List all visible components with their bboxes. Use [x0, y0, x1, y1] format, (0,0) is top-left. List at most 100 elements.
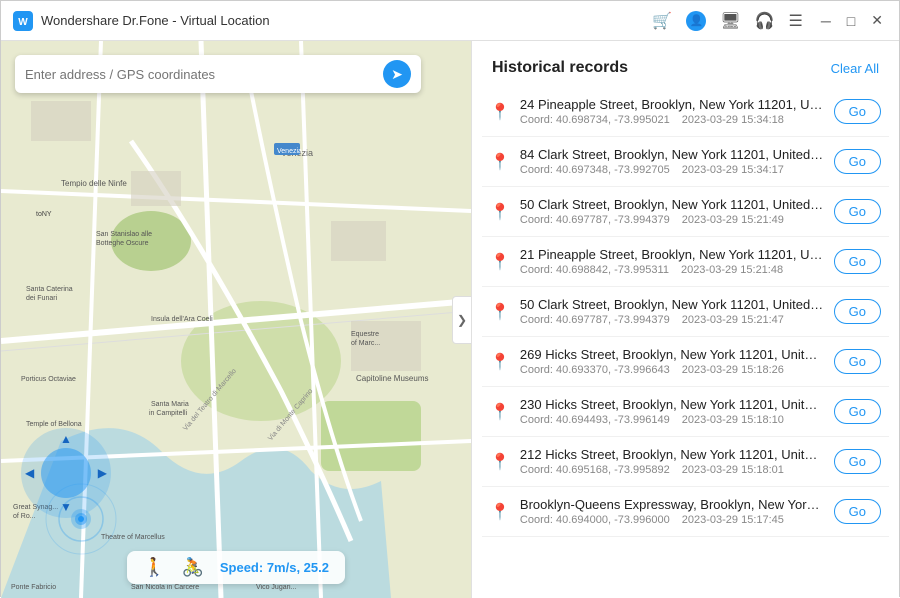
record-time: 2023-03-29 15:21:48: [681, 264, 783, 276]
record-info: 269 Hicks Street, Brooklyn, New York 112…: [520, 347, 824, 376]
record-meta: Coord: 40.694000, -73.996000 2023-03-29 …: [520, 514, 824, 526]
search-input[interactable]: [25, 67, 383, 82]
joystick-up-icon[interactable]: ▲: [60, 432, 72, 446]
record-time: 2023-03-29 15:18:10: [682, 414, 784, 426]
go-button[interactable]: Go: [834, 249, 881, 274]
joystick-down-icon[interactable]: ▼: [60, 500, 72, 514]
walk-icon: 🚶: [143, 557, 165, 578]
location-pin-icon: 📍: [490, 252, 510, 272]
map-area[interactable]: Venezia Venezia Tempio delle Ninfe toNY …: [1, 41, 471, 598]
go-button[interactable]: Go: [834, 349, 881, 374]
joystick[interactable]: ▲ ▼ ◀ ▶: [21, 428, 111, 518]
record-time: 2023-03-29 15:34:17: [682, 164, 784, 176]
svg-text:of Marc...: of Marc...: [351, 340, 380, 347]
svg-text:Santa Caterina: Santa Caterina: [26, 286, 73, 293]
bike-icon: 🚴: [181, 557, 203, 578]
search-bar: ➤: [15, 55, 421, 93]
record-item: 📍 21 Pineapple Street, Brooklyn, New Yor…: [482, 237, 889, 287]
close-button[interactable]: ✕: [867, 12, 887, 29]
record-coord: Coord: 40.697348, -73.992705: [520, 164, 670, 176]
record-time: 2023-03-29 15:34:18: [682, 114, 784, 126]
monitor-icon[interactable]: 🖥: [720, 11, 740, 31]
search-submit-button[interactable]: ➤: [383, 60, 411, 88]
svg-text:Tempio delle Ninfe: Tempio delle Ninfe: [61, 179, 127, 188]
app-title: Wondershare Dr.Fone - Virtual Location: [41, 13, 652, 28]
record-meta: Coord: 40.698842, -73.995311 2023-03-29 …: [520, 264, 824, 276]
svg-text:dei Funari: dei Funari: [26, 295, 58, 302]
svg-text:in Campitelli: in Campitelli: [149, 410, 188, 417]
record-info: 212 Hicks Street, Brooklyn, New York 112…: [520, 447, 824, 476]
records-list: 📍 24 Pineapple Street, Brooklyn, New Yor…: [472, 87, 899, 598]
arrow-icon: ➤: [391, 66, 403, 83]
svg-text:San Stanislao alle: San Stanislao alle: [96, 231, 152, 238]
go-button[interactable]: Go: [834, 299, 881, 324]
location-pin-icon: 📍: [490, 302, 510, 322]
record-meta: Coord: 40.697787, -73.994379 2023-03-29 …: [520, 314, 824, 326]
titlebar: W Wondershare Dr.Fone - Virtual Location…: [1, 1, 899, 41]
record-address: 84 Clark Street, Brooklyn, New York 1120…: [520, 147, 824, 162]
record-coord: Coord: 40.697787, -73.994379: [520, 314, 670, 326]
joystick-arrows: ▲ ▼ ◀ ▶: [21, 428, 111, 518]
record-meta: Coord: 40.693370, -73.996643 2023-03-29 …: [520, 364, 824, 376]
record-coord: Coord: 40.693370, -73.996643: [520, 364, 670, 376]
record-meta: Coord: 40.698734, -73.995021 2023-03-29 …: [520, 114, 824, 126]
record-item: 📍 269 Hicks Street, Brooklyn, New York 1…: [482, 337, 889, 387]
record-address: 212 Hicks Street, Brooklyn, New York 112…: [520, 447, 824, 462]
record-info: 24 Pineapple Street, Brooklyn, New York …: [520, 97, 824, 126]
record-coord: Coord: 40.694000, -73.996000: [520, 514, 670, 526]
app-logo: W: [13, 11, 33, 31]
record-time: 2023-03-29 15:21:49: [682, 214, 784, 226]
joystick-right-icon[interactable]: ▶: [98, 466, 107, 480]
record-item: 📍 84 Clark Street, Brooklyn, New York 11…: [482, 137, 889, 187]
svg-text:Porticus Octaviae: Porticus Octaviae: [21, 376, 76, 383]
record-coord: Coord: 40.694493, -73.996149: [520, 414, 670, 426]
maximize-button[interactable]: □: [843, 13, 859, 29]
speed-value: 7m/s, 25.2: [267, 560, 329, 575]
svg-text:Santa Maria: Santa Maria: [151, 401, 189, 408]
record-info: 50 Clark Street, Brooklyn, New York 1120…: [520, 297, 824, 326]
panel-title: Historical records: [492, 59, 628, 77]
go-button[interactable]: Go: [834, 449, 881, 474]
menu-icon[interactable]: ☰: [789, 11, 803, 31]
go-button[interactable]: Go: [834, 149, 881, 174]
record-time: 2023-03-29 15:21:47: [682, 314, 784, 326]
record-address: 230 Hicks Street, Brooklyn, New York 112…: [520, 397, 824, 412]
svg-text:W: W: [18, 17, 28, 28]
headphone-icon[interactable]: 🎧: [755, 11, 775, 31]
cart-icon[interactable]: 🛒: [652, 11, 672, 31]
main-content: Venezia Venezia Tempio delle Ninfe toNY …: [1, 41, 899, 598]
svg-text:Vico Jugari...: Vico Jugari...: [256, 584, 296, 591]
record-item: 📍 50 Clark Street, Brooklyn, New York 11…: [482, 287, 889, 337]
record-info: 84 Clark Street, Brooklyn, New York 1120…: [520, 147, 824, 176]
minimize-button[interactable]: ─: [817, 13, 835, 29]
speed-display: Speed: 7m/s, 25.2: [220, 560, 329, 575]
location-pin-icon: 📍: [490, 452, 510, 472]
record-info: 50 Clark Street, Brooklyn, New York 1120…: [520, 197, 824, 226]
clear-all-button[interactable]: Clear All: [831, 61, 879, 76]
go-button[interactable]: Go: [834, 399, 881, 424]
record-coord: Coord: 40.695168, -73.995892: [520, 464, 670, 476]
speed-label: Speed:: [220, 560, 263, 575]
panel-collapse-button[interactable]: ❯: [452, 296, 471, 344]
user-icon[interactable]: 👤: [686, 11, 706, 31]
record-coord: Coord: 40.697787, -73.994379: [520, 214, 670, 226]
chevron-right-icon: ❯: [457, 313, 467, 327]
record-address: 269 Hicks Street, Brooklyn, New York 112…: [520, 347, 824, 362]
joystick-left-icon[interactable]: ◀: [25, 466, 34, 480]
location-pin-icon: 📍: [490, 152, 510, 172]
window-controls: ─ □ ✕: [817, 12, 887, 29]
go-button[interactable]: Go: [834, 99, 881, 124]
right-panel: Historical records Clear All 📍 24 Pineap…: [471, 41, 899, 598]
record-info: 230 Hicks Street, Brooklyn, New York 112…: [520, 397, 824, 426]
go-button[interactable]: Go: [834, 499, 881, 524]
svg-text:toNY: toNY: [36, 211, 52, 218]
svg-text:San Nicola in Carcere: San Nicola in Carcere: [131, 584, 199, 591]
record-meta: Coord: 40.695168, -73.995892 2023-03-29 …: [520, 464, 824, 476]
location-pin-icon: 📍: [490, 202, 510, 222]
go-button[interactable]: Go: [834, 199, 881, 224]
record-address: 50 Clark Street, Brooklyn, New York 1120…: [520, 297, 824, 312]
record-address: 24 Pineapple Street, Brooklyn, New York …: [520, 97, 824, 112]
speed-bar: 🚶 🚴 Speed: 7m/s, 25.2: [127, 551, 345, 584]
record-meta: Coord: 40.697787, -73.994379 2023-03-29 …: [520, 214, 824, 226]
joystick-outer: ▲ ▼ ◀ ▶: [21, 428, 111, 518]
